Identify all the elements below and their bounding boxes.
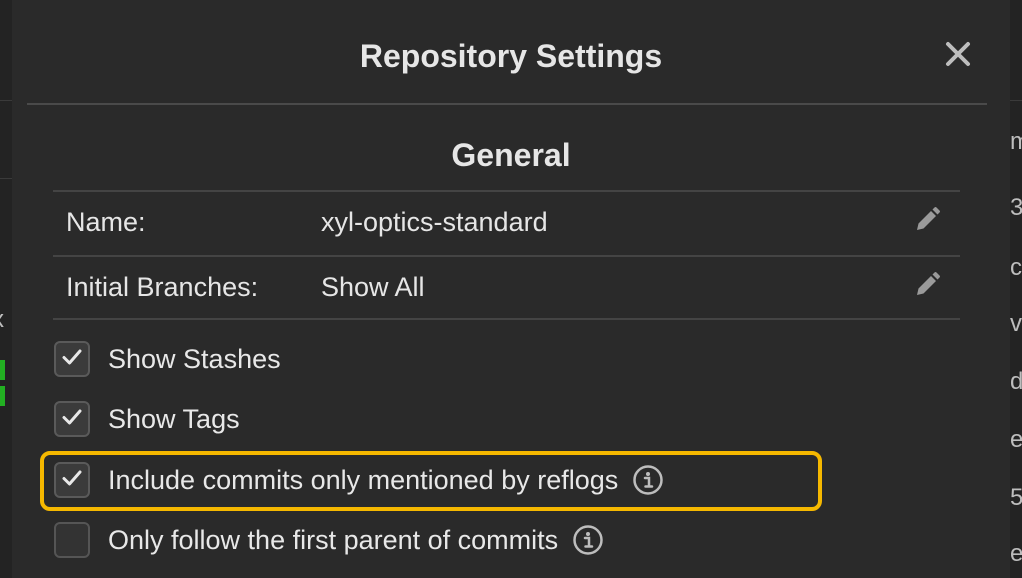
title-divider <box>27 103 987 105</box>
background-separator <box>0 178 12 179</box>
edit-initial-branches-button[interactable] <box>910 270 944 304</box>
show-tags-checkbox[interactable] <box>54 401 90 437</box>
row-divider <box>53 255 960 257</box>
checkmark-icon <box>61 406 83 433</box>
include-reflog-commits-option[interactable]: Include commits only mentioned by reflog… <box>54 460 664 500</box>
background-separator <box>0 100 12 101</box>
status-indicator <box>0 360 5 380</box>
first-parent-only-label: Only follow the first parent of commits <box>108 525 559 555</box>
background-text-fragment: m <box>1010 128 1022 155</box>
show-stashes-checkbox[interactable] <box>54 341 90 377</box>
row-divider <box>53 318 960 320</box>
show-stashes-option[interactable]: Show Stashes <box>54 339 281 379</box>
name-value: xyl-optics-standard <box>321 207 548 237</box>
background-text-fragment: x <box>0 308 4 332</box>
background-left-pane: r i x <box>0 0 12 578</box>
background-text-fragment: d <box>1010 368 1022 395</box>
background-text-fragment: e <box>1010 540 1022 567</box>
checkmark-icon <box>61 346 83 373</box>
first-parent-only-checkbox[interactable] <box>54 522 90 558</box>
show-stashes-label: Show Stashes <box>108 344 281 374</box>
background-text-fragment: e <box>1010 426 1022 453</box>
include-reflog-commits-label: Include commits only mentioned by reflog… <box>108 465 619 495</box>
background-text-fragment: v <box>1010 310 1022 337</box>
dialog-title: Repository Settings <box>359 38 663 74</box>
background-text-fragment: 5 <box>1010 484 1022 511</box>
background-right-pane: m 3 c v d e 5 e <box>1010 0 1022 578</box>
name-label: Name: <box>66 207 146 237</box>
first-parent-only-option[interactable]: Only follow the first parent of commits <box>54 520 604 560</box>
edit-name-button[interactable] <box>910 205 944 239</box>
close-icon <box>945 41 971 72</box>
background-separator <box>1010 100 1022 101</box>
pencil-icon <box>912 205 942 240</box>
checkmark-icon <box>61 467 83 494</box>
initial-branches-value: Show All <box>321 272 425 302</box>
pencil-icon <box>912 270 942 305</box>
close-button[interactable] <box>940 38 976 74</box>
show-tags-label: Show Tags <box>108 404 240 434</box>
repository-settings-dialog: Repository Settings General Name: xyl-op… <box>12 0 1010 578</box>
include-reflog-commits-checkbox[interactable] <box>54 462 90 498</box>
info-icon[interactable] <box>632 464 664 496</box>
background-text-fragment: c <box>1010 254 1022 281</box>
section-title-general: General <box>451 137 571 173</box>
background-text-fragment: 3 <box>1010 194 1022 221</box>
row-divider <box>53 190 960 192</box>
info-icon[interactable] <box>572 524 604 556</box>
initial-branches-label: Initial Branches: <box>66 272 259 302</box>
status-indicator <box>0 386 5 406</box>
show-tags-option[interactable]: Show Tags <box>54 399 240 439</box>
